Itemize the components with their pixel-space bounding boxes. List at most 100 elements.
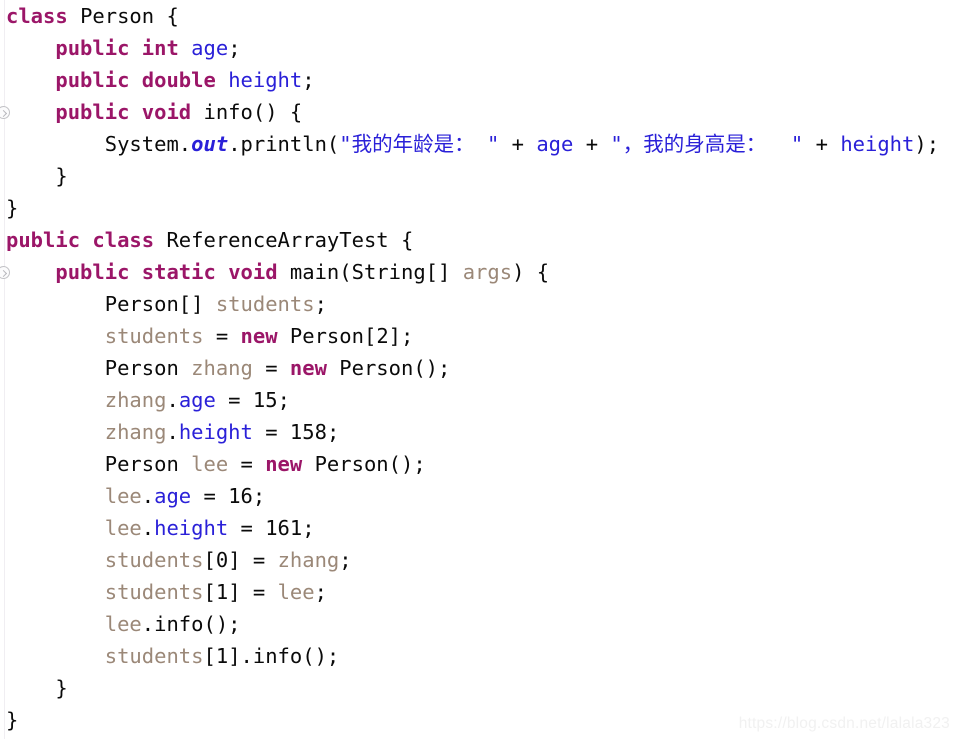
code-token-local: lee bbox=[277, 580, 315, 604]
code-line[interactable]: lee.age = 16; bbox=[0, 480, 958, 512]
code-line[interactable]: students[1] = lee; bbox=[0, 576, 958, 608]
code-token-plain: Person bbox=[104, 452, 192, 476]
code-line[interactable]: public void info() { bbox=[0, 96, 958, 128]
code-token-type: ReferenceArrayTest bbox=[166, 228, 389, 252]
code-line[interactable]: students[1].info(); bbox=[0, 640, 958, 672]
code-line[interactable]: lee.height = 161; bbox=[0, 512, 958, 544]
code-token-plain: [ bbox=[203, 580, 216, 604]
code-content[interactable]: class Person { public int age; public do… bbox=[0, 0, 958, 736]
code-line[interactable]: } bbox=[0, 672, 958, 704]
code-line[interactable]: Person lee = new Person(); bbox=[0, 448, 958, 480]
code-token-number: 16 bbox=[228, 484, 253, 508]
code-token-field: height bbox=[228, 68, 303, 92]
code-token-plain: } bbox=[55, 676, 68, 700]
code-line[interactable]: } bbox=[0, 160, 958, 192]
code-token-number: 2 bbox=[376, 324, 389, 348]
code-line[interactable]: System.out.println("我的年龄是： " + age + "，我… bbox=[0, 128, 958, 160]
code-token-plain: ]; bbox=[388, 324, 414, 348]
code-token-number: 1 bbox=[215, 644, 229, 668]
code-token-plain: = bbox=[215, 388, 253, 412]
code-token-plain: Person(); bbox=[302, 452, 426, 476]
code-line[interactable]: lee.info(); bbox=[0, 608, 958, 640]
code-token-keyword: public bbox=[55, 100, 130, 124]
code-token-plain: } bbox=[6, 708, 19, 732]
code-token-keyword: int bbox=[141, 36, 179, 60]
code-token-field: height bbox=[178, 420, 253, 444]
code-token-static: out bbox=[191, 132, 229, 156]
code-line[interactable]: zhang.height = 158; bbox=[0, 416, 958, 448]
code-line[interactable]: } bbox=[0, 192, 958, 224]
code-token-keyword: void bbox=[228, 260, 278, 284]
code-token-plain: } bbox=[6, 196, 19, 220]
code-token-string: "，我的身高是： " bbox=[610, 132, 804, 156]
code-token-type: Person bbox=[80, 4, 155, 28]
code-line[interactable]: students = new Person[2]; bbox=[0, 320, 958, 352]
code-line[interactable]: zhang.age = 15; bbox=[0, 384, 958, 416]
code-token-method: main bbox=[289, 260, 340, 284]
code-token-plain: . bbox=[141, 516, 155, 540]
code-token-local: zhang bbox=[191, 356, 253, 380]
code-token-keyword: public bbox=[6, 228, 81, 252]
code-token-plain: Person[] bbox=[104, 292, 216, 316]
code-token-string: "我的年龄是： " bbox=[339, 132, 500, 156]
code-token-keyword: new bbox=[265, 452, 303, 476]
code-token-plain: = bbox=[203, 324, 241, 348]
code-token-keyword: public bbox=[55, 260, 130, 284]
code-token-plain: { bbox=[154, 4, 179, 28]
code-token-field: height bbox=[840, 132, 915, 156]
code-line[interactable]: students[0] = zhang; bbox=[0, 544, 958, 576]
code-token-plain: ; bbox=[339, 548, 352, 572]
code-token-local: students bbox=[215, 292, 315, 316]
code-token-local: zhang bbox=[104, 420, 167, 444]
code-token-keyword: new bbox=[289, 356, 327, 380]
code-editor[interactable]: class Person { public int age; public do… bbox=[0, 0, 958, 739]
code-token-local: lee bbox=[191, 452, 229, 476]
code-token-number: 1 bbox=[215, 580, 229, 604]
code-token-plain: [ bbox=[203, 644, 216, 668]
code-token-keyword: void bbox=[141, 100, 192, 124]
code-token-keyword: new bbox=[240, 324, 278, 348]
code-token-plain: { bbox=[388, 228, 414, 252]
code-token-field: age bbox=[154, 484, 192, 508]
code-line[interactable]: public class ReferenceArrayTest { bbox=[0, 224, 958, 256]
code-line[interactable]: Person[] students; bbox=[0, 288, 958, 320]
code-line[interactable]: public int age; bbox=[0, 32, 958, 64]
code-token-plain: ] = bbox=[228, 548, 278, 572]
code-token-number: 161 bbox=[265, 516, 303, 540]
code-line[interactable]: public double height; bbox=[0, 64, 958, 96]
code-token-local: zhang bbox=[104, 388, 167, 412]
code-token-local: lee bbox=[104, 484, 142, 508]
code-line[interactable]: public static void main(String[] args) { bbox=[0, 256, 958, 288]
code-token-plain: . bbox=[166, 420, 179, 444]
code-token-field: age bbox=[536, 132, 574, 156]
code-token-plain: + bbox=[803, 132, 841, 156]
code-token-plain: ; bbox=[326, 420, 340, 444]
code-line[interactable]: Person zhang = new Person(); bbox=[0, 352, 958, 384]
code-token-plain: .info(); bbox=[141, 612, 241, 636]
code-token-local: students bbox=[104, 580, 204, 604]
code-token-plain: .println( bbox=[228, 132, 340, 156]
code-token-local: zhang bbox=[277, 548, 340, 572]
code-token-param: args bbox=[462, 260, 513, 284]
code-token-plain: ; bbox=[252, 484, 266, 508]
code-token-plain: ); bbox=[914, 132, 940, 156]
code-token-keyword: static bbox=[141, 260, 216, 284]
code-token-plain: ) { bbox=[512, 260, 550, 284]
code-line[interactable]: class Person { bbox=[0, 0, 958, 32]
